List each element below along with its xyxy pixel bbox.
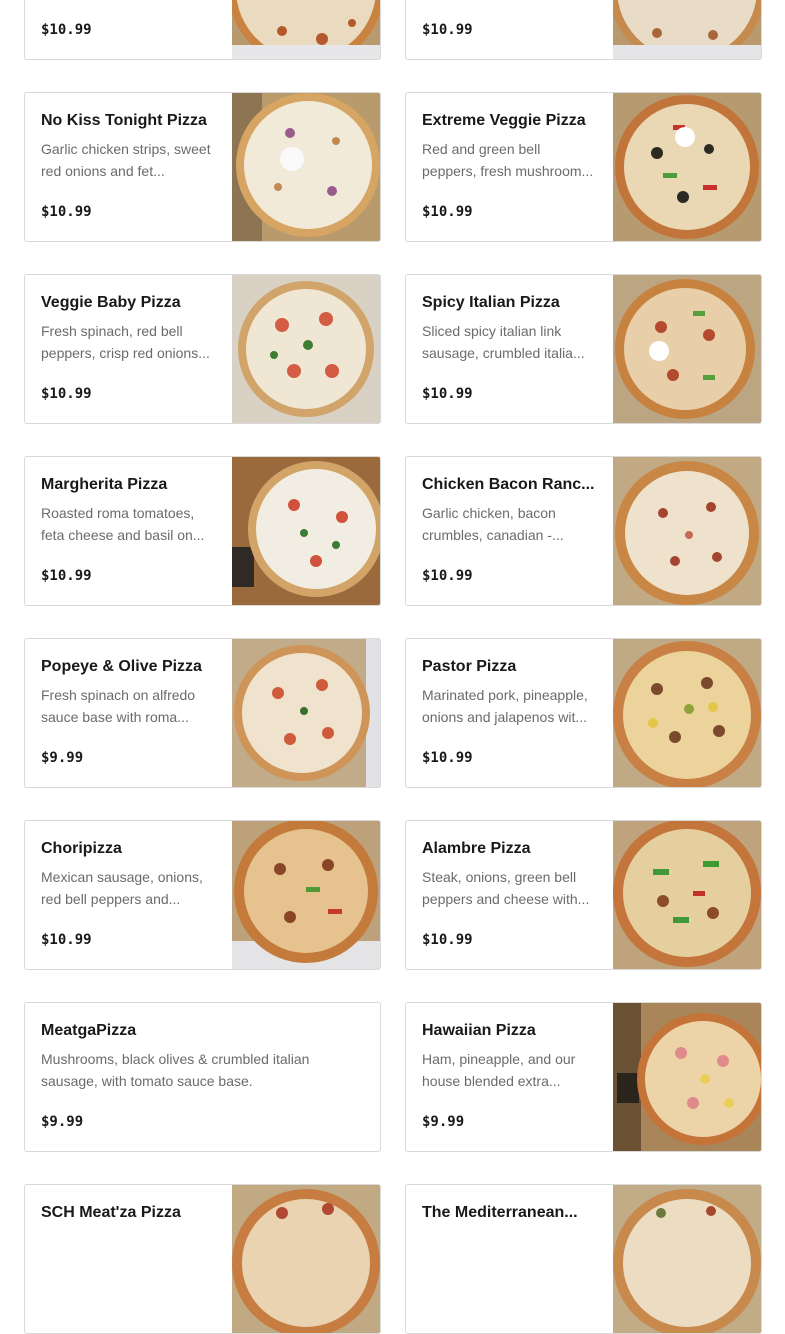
item-name: The Mediterranean... — [422, 1204, 578, 1221]
menu-item-card[interactable]: Margherita Pizza Roasted roma tomatoes, … — [24, 456, 381, 606]
item-name: Hawaiian Pizza — [422, 1022, 536, 1039]
pizza-photo — [232, 93, 380, 241]
menu-item-card[interactable]: Extreme Veggie Pizza Red and green bell … — [405, 92, 762, 242]
item-description: Garlic chicken strips, sweet red onions … — [41, 141, 211, 179]
item-name: Margherita Pizza — [41, 476, 168, 493]
item-description: Ham, pineapple, and our house blended ex… — [422, 1051, 576, 1089]
item-description: Marinated pork, pineapple, onions and ja… — [422, 687, 588, 725]
pizza-photo — [613, 821, 761, 969]
pizza-photo — [613, 93, 761, 241]
item-price: $10.99 — [41, 568, 92, 584]
pizza-photo — [232, 275, 380, 423]
item-name: Extreme Veggie Pizza — [422, 112, 586, 129]
item-name: Spicy Italian Pizza — [422, 294, 560, 311]
item-description: Sliced spicy italian link sausage, crumb… — [422, 323, 585, 361]
menu-item-card[interactable]: Alambre Pizza Steak, onions, green bell … — [405, 820, 762, 970]
item-description: Fresh spinach, red bell peppers, crisp r… — [41, 323, 210, 361]
item-price: $10.99 — [41, 204, 92, 220]
item-name: Pastor Pizza — [422, 658, 517, 675]
menu-item-card[interactable]: No Kiss Tonight Pizza Garlic chicken str… — [24, 92, 381, 242]
item-price: $10.99 — [422, 750, 473, 766]
pizza-photo — [232, 639, 380, 787]
item-name: Choripizza — [41, 840, 122, 857]
menu-item-card[interactable]: The Mediterranean... — [405, 1184, 762, 1334]
item-price: $10.99 — [41, 22, 92, 38]
item-price: $10.99 — [422, 22, 473, 38]
menu-item-card[interactable]: Popeye & Olive Pizza Fresh spinach on al… — [24, 638, 381, 788]
pizza-photo — [613, 275, 761, 423]
pizza-photo — [613, 639, 761, 787]
item-name: Alambre Pizza — [422, 840, 531, 857]
menu-item-card[interactable]: Choripizza Mexican sausage, onions, red … — [24, 820, 381, 970]
item-description: Garlic chicken, bacon crumbles, canadian… — [422, 505, 564, 543]
pizza-photo — [613, 1003, 761, 1151]
item-name: Veggie Baby Pizza — [41, 294, 181, 311]
item-description: Mushrooms, black olives & crumbled itali… — [41, 1051, 310, 1089]
menu-item-card[interactable]: $10.99 — [24, 0, 381, 60]
menu-item-card[interactable]: Chicken Bacon Ranc... Garlic chicken, ba… — [405, 456, 762, 606]
item-price: $10.99 — [422, 568, 473, 584]
item-name: MeatgaPizza — [41, 1022, 137, 1039]
item-description: Mexican sausage, onions, red bell pepper… — [41, 869, 203, 907]
item-name: SCH Meat'za Pizza — [41, 1204, 181, 1221]
pizza-photo — [613, 457, 761, 605]
item-price: $10.99 — [41, 932, 92, 948]
item-name: Popeye & Olive Pizza — [41, 658, 202, 675]
item-name: No Kiss Tonight Pizza — [41, 112, 207, 129]
item-name: Chicken Bacon Ranc... — [422, 476, 595, 493]
item-description: Red and green bell peppers, fresh mushro… — [422, 141, 594, 179]
pizza-photo — [613, 1185, 761, 1333]
item-price: $10.99 — [422, 386, 473, 402]
item-price: $10.99 — [422, 932, 473, 948]
pizza-photo — [232, 0, 380, 59]
menu-item-card[interactable]: $10.99 — [405, 0, 762, 60]
pizza-photo — [232, 457, 380, 605]
item-price: $10.99 — [422, 204, 473, 220]
menu-item-card[interactable]: Hawaiian Pizza Ham, pineapple, and our h… — [405, 1002, 762, 1152]
pizza-photo — [232, 1185, 380, 1333]
item-price: $10.99 — [41, 386, 92, 402]
menu-item-card[interactable]: Spicy Italian Pizza Sliced spicy italian… — [405, 274, 762, 424]
item-price: $9.99 — [422, 1114, 465, 1130]
item-description: Fresh spinach on alfredo sauce base with… — [41, 687, 196, 725]
item-price: $9.99 — [41, 1114, 84, 1130]
pizza-photo — [613, 0, 761, 59]
menu-item-card[interactable]: MeatgaPizza Mushrooms, black olives & cr… — [24, 1002, 381, 1152]
menu-item-card[interactable]: SCH Meat'za Pizza — [24, 1184, 381, 1334]
menu-item-card[interactable]: Veggie Baby Pizza Fresh spinach, red bel… — [24, 274, 381, 424]
item-description: Roasted roma tomatoes, feta cheese and b… — [41, 505, 205, 543]
item-price: $9.99 — [41, 750, 84, 766]
pizza-photo — [232, 821, 380, 969]
menu-item-card[interactable]: Pastor Pizza Marinated pork, pineapple, … — [405, 638, 762, 788]
item-description: Steak, onions, green bell peppers and ch… — [422, 869, 590, 907]
